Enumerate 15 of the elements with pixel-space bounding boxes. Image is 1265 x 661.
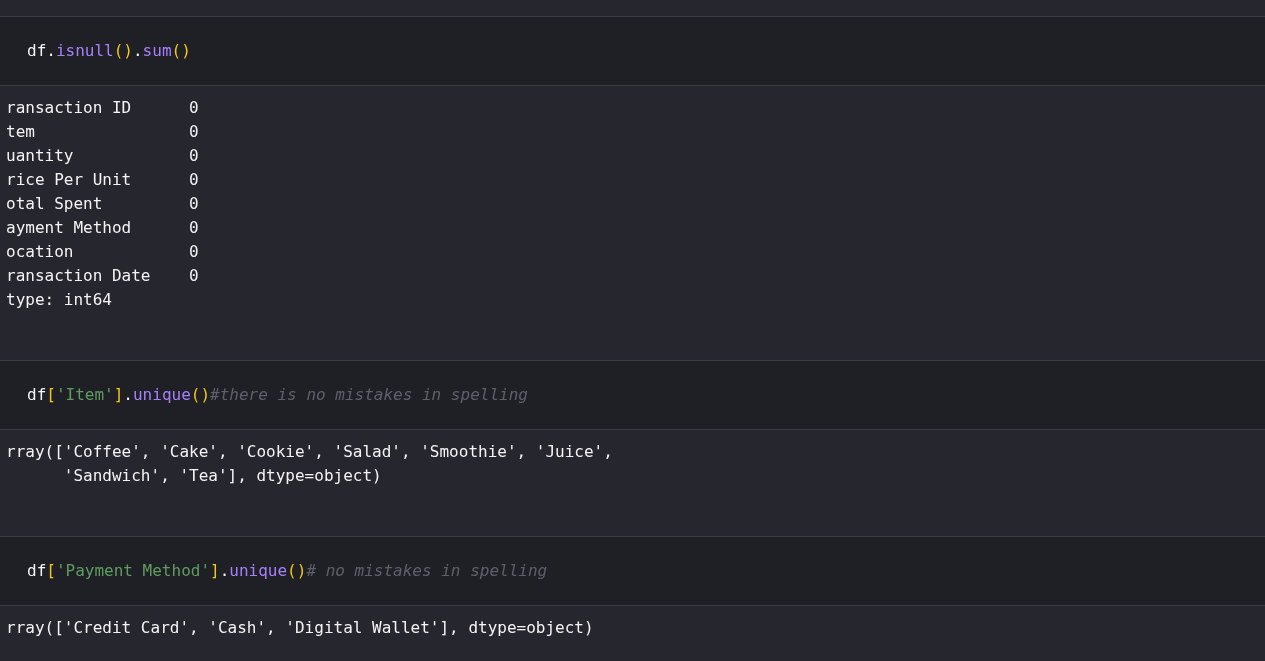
output-line: tem 0 [6,121,199,143]
output-line: otal Spent 0 [6,193,199,215]
output-line: uantity 0 [6,145,199,167]
output-line: rray(['Credit Card', 'Cash', 'Digital Wallet'], dtype=object) [6,617,594,639]
output-line: rice Per Unit 0 [6,169,199,191]
output-line: ocation 0 [6,241,199,263]
output-line: ransaction ID 0 [6,97,199,119]
code-line: df['Item'].unique()#there is no mistakes in spelling [26,384,529,406]
output-line: type: int64 [6,289,112,311]
output-line: rray(['Coffee', 'Cake', 'Cookie', 'Salad', 'Smoothie', 'Juice', [6,441,613,463]
code-line: df['Payment Method'].unique()# no mistakes in spelling [26,560,549,582]
output-line: ayment Method 0 [6,217,199,239]
code-line: df.isnull().sum() [26,40,192,62]
output-line: ransaction Date 0 [6,265,199,287]
output-line: 'Sandwich', 'Tea'], dtype=object) [62,465,382,487]
